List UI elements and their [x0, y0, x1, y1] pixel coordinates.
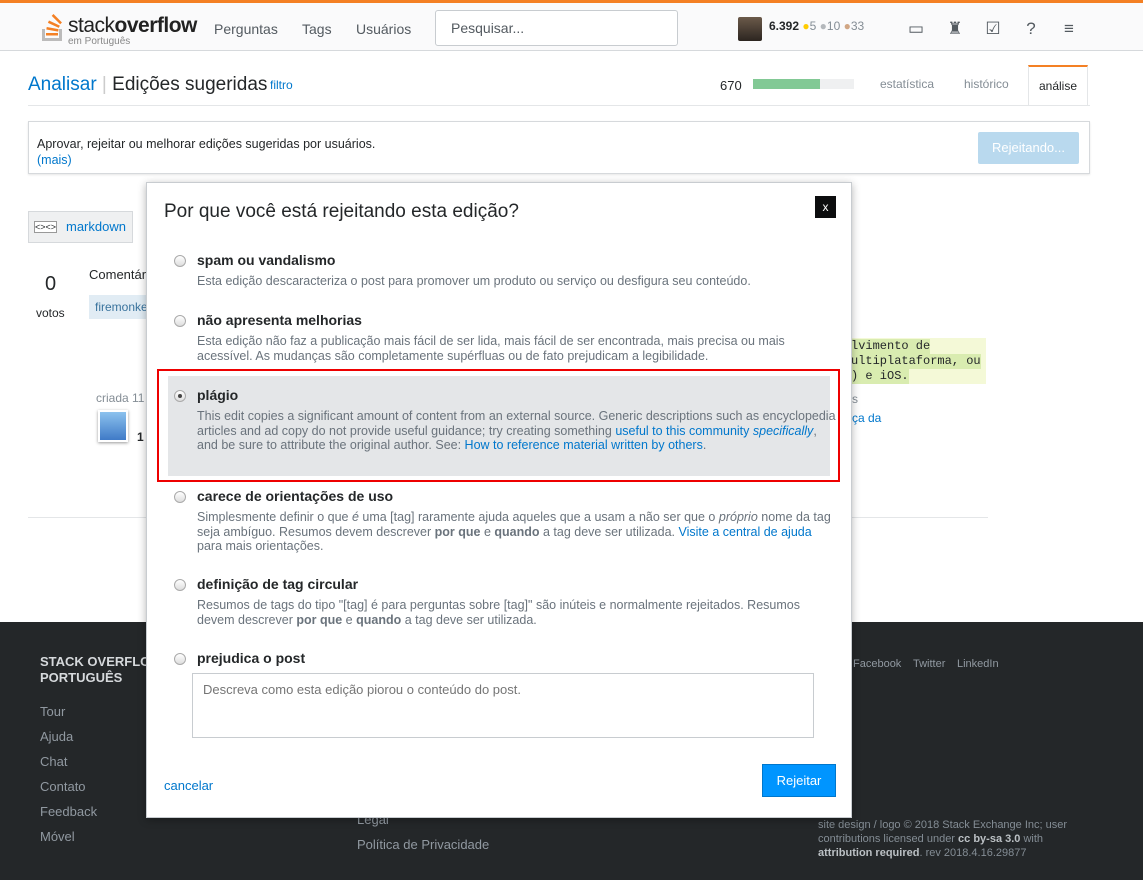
bronze-count: 33	[850, 19, 865, 33]
markdown-icon: <><>	[34, 221, 58, 233]
markdown-link[interactable]: markdown	[66, 219, 126, 234]
nav-tags[interactable]: Tags	[302, 21, 332, 37]
title-text: Edições sugeridas	[112, 74, 268, 95]
logo-subtitle: em Português	[68, 36, 131, 47]
reject-button[interactable]: Rejeitar	[762, 764, 836, 797]
stack-logo-icon	[42, 14, 62, 41]
trophy-icon[interactable]: ♜	[945, 19, 965, 39]
attribution-link[interactable]: attribution required	[818, 847, 919, 859]
option-desc: Esta edição não faz a publicação mais fá…	[197, 334, 785, 363]
useful-link[interactable]: useful to this community specifically	[615, 424, 813, 438]
breadcrumb-analisar[interactable]: Analisar	[28, 74, 97, 95]
close-button[interactable]: x	[815, 196, 836, 218]
divider	[28, 105, 1090, 106]
top-bar: stackoverflow em Português Perguntas Tag…	[0, 0, 1143, 51]
option-label: prejudica o post	[197, 650, 306, 666]
reason-textarea[interactable]	[192, 673, 814, 738]
code-diff: lvimento de ultiplataforma, ou ) e iOS.	[851, 338, 986, 384]
footer-copyright: site design / logo © 2018 Stack Exchange…	[818, 819, 1068, 859]
site-switcher-icon[interactable]: ≡	[1059, 19, 1079, 39]
footer-linkedin[interactable]: LinkedIn	[957, 658, 999, 670]
reject-dialog: Por que você está rejeitando esta edição…	[146, 182, 852, 818]
progress-fill	[753, 79, 820, 89]
option-desc: Simplesmente definir o que é uma [tag] r…	[197, 510, 831, 553]
tab-estatistica[interactable]: estatística	[880, 77, 934, 91]
review-count: 670	[720, 78, 742, 93]
logo-text: stackoverflow	[68, 14, 197, 37]
footer-link-privacidade[interactable]: Política de Privacidade	[357, 837, 489, 852]
more-link[interactable]: (mais)	[37, 153, 72, 167]
side-text: s	[852, 392, 858, 406]
radio-harms-post[interactable]	[174, 653, 186, 665]
code-line: ) e iOS.	[851, 369, 909, 384]
logo[interactable]: stackoverflow em Português	[40, 11, 200, 49]
silver-count: 10	[826, 19, 841, 33]
markdown-toggle[interactable]: <><> markdown	[28, 211, 133, 243]
radio-no-improvement[interactable]	[174, 315, 186, 327]
footer-brand[interactable]: STACK OVERFLO PORTUGUÊS	[40, 654, 150, 686]
tab-historico[interactable]: histórico	[964, 77, 1009, 91]
option-label: plágio	[197, 387, 239, 403]
tab-analise[interactable]: análise	[1028, 65, 1088, 106]
cancel-link[interactable]: cancelar	[164, 778, 213, 793]
votes-label: votos	[36, 306, 65, 320]
code-line: ultiplataforma, ou	[851, 354, 981, 369]
reputation: 6.392	[769, 19, 800, 33]
gold-badge-icon: ●	[802, 19, 810, 33]
created-label: criada 11	[96, 391, 145, 405]
info-text: Aprovar, rejeitar ou melhorar edições su…	[37, 137, 376, 151]
user-rep: 1	[137, 430, 144, 444]
radio-spam[interactable]	[174, 255, 186, 267]
inbox-icon[interactable]: ▭	[906, 19, 926, 39]
tag[interactable]: firemonke	[89, 295, 149, 319]
option-desc: Resumos de tags do tipo "[tag] é para pe…	[197, 598, 800, 627]
vote-count: 0	[45, 273, 57, 295]
footer-link-movel[interactable]: Móvel	[40, 829, 75, 844]
option-label: spam ou vandalismo	[197, 252, 336, 268]
footer-facebook[interactable]: Facebook	[853, 658, 901, 670]
option-desc: Esta edição descaracteriza o post para p…	[197, 274, 751, 288]
option-label: não apresenta melhorias	[197, 312, 362, 328]
review-queue-icon[interactable]: ☑	[983, 19, 1003, 39]
help-icon[interactable]: ?	[1021, 19, 1041, 39]
avatar[interactable]	[738, 17, 762, 41]
footer-link-contato[interactable]: Contato	[40, 779, 86, 794]
gold-count: 5	[809, 19, 817, 33]
side-link[interactable]: ça da	[852, 411, 881, 425]
radio-plagiarism[interactable]	[174, 390, 186, 402]
footer-link-ajuda[interactable]: Ajuda	[40, 729, 73, 744]
footer-link-tour[interactable]: Tour	[40, 704, 65, 719]
nav-perguntas[interactable]: Perguntas	[214, 21, 278, 37]
option-label: carece de orientações de uso	[197, 488, 394, 504]
info-box: Aprovar, rejeitar ou melhorar edições su…	[28, 121, 1090, 174]
code-line: lvimento de	[851, 339, 931, 354]
progress-bar	[753, 79, 854, 89]
dialog-title: Por que você está rejeitando esta edição…	[164, 201, 519, 222]
user-avatar[interactable]	[98, 410, 128, 442]
nav-usuarios[interactable]: Usuários	[356, 21, 411, 37]
page-title: Analisar | Edições sugeridas	[28, 74, 268, 95]
help-center-link[interactable]: Visite a central de ajuda	[679, 525, 812, 539]
footer-link-chat[interactable]: Chat	[40, 754, 67, 769]
rejecting-button[interactable]: Rejeitando...	[978, 132, 1079, 164]
radio-circular-tag[interactable]	[174, 579, 186, 591]
search-input[interactable]: Pesquisar...	[435, 10, 678, 46]
footer-twitter[interactable]: Twitter	[913, 658, 945, 670]
bronze-badge-icon: ●	[843, 19, 851, 33]
silver-badge-icon: ●	[819, 19, 827, 33]
user-stats[interactable]: 6.392 ●5 ●10 ●33	[769, 19, 864, 33]
license-link[interactable]: cc by-sa 3.0	[958, 833, 1020, 845]
option-desc: This edit copies a significant amount of…	[197, 409, 836, 452]
footer-link-feedback[interactable]: Feedback	[40, 804, 97, 819]
option-label: definição de tag circular	[197, 576, 359, 592]
radio-usage-guidance[interactable]	[174, 491, 186, 503]
reference-link[interactable]: How to reference material written by oth…	[465, 438, 703, 452]
filter-link[interactable]: filtro	[270, 78, 293, 92]
comment-label: Comentár	[89, 267, 147, 282]
